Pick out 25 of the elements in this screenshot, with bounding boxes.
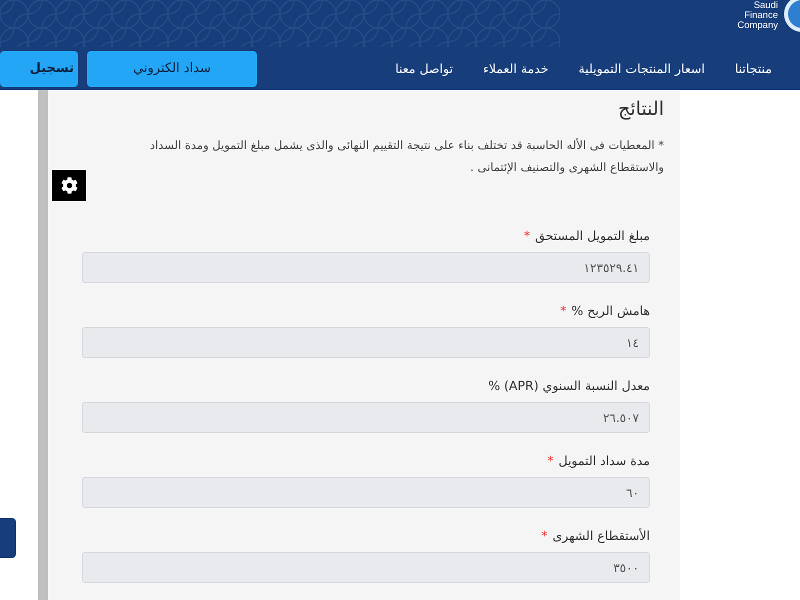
- nav-link[interactable]: منتجاتنا: [734, 61, 772, 76]
- results-note: * المعطيات فى الأله الحاسبة قد تختلف بناء على نتيجة التقييم النهائى والذى يشمل مبلغ التمويل ومدة السداد والاستقطاع الشهرى والتصنيف الإئتمانى .: [148, 137, 664, 176]
- field-label: الأستقطاع الشهرى *: [540, 528, 650, 543]
- input-field[interactable]: ١٢٣٥٢٩.٤١: [82, 252, 650, 283]
- field-label: مبلغ التمويل المستحق *: [522, 228, 650, 243]
- nav-link[interactable]: تواصل معنا: [395, 61, 453, 76]
- input-field[interactable]: ١٤: [82, 327, 650, 358]
- required-mark: *: [560, 303, 566, 318]
- input-field[interactable]: ٣٥٠٠: [82, 552, 650, 583]
- required-mark: *: [541, 528, 548, 543]
- settings-button[interactable]: [52, 170, 86, 201]
- input-field[interactable]: ٦٠: [82, 477, 650, 508]
- nav-button[interactable]: سداد الكتروني: [87, 50, 257, 86]
- field-label: معدل النسبة السنوي (APR) %: [487, 378, 650, 393]
- nav-link[interactable]: اسعار المنتجات التمويلية: [578, 61, 705, 76]
- results-title: النتائج: [617, 98, 664, 120]
- nav-link[interactable]: خدمة العملاء: [482, 61, 549, 76]
- nav-button[interactable]: تسجيل: [0, 50, 78, 86]
- required-mark: *: [547, 453, 554, 468]
- field-label: هامش الربح % *: [559, 303, 650, 318]
- logo-text: Saudi Finance Company: [737, 1, 778, 31]
- settings-icon: [60, 177, 78, 194]
- field-label: مدة سداد التمويل *: [546, 453, 650, 468]
- required-mark: *: [524, 228, 530, 243]
- input-field[interactable]: ٢٦.٥٠٧: [82, 402, 650, 433]
